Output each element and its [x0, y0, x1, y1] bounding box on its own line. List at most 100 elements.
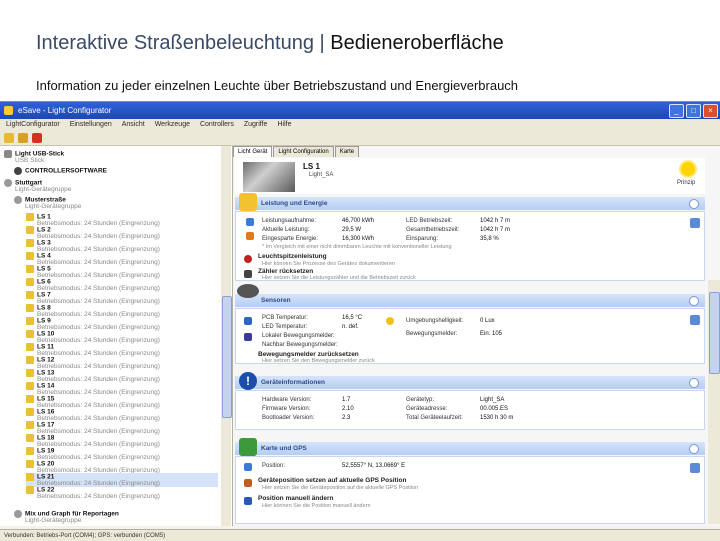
tree-item-luminaire[interactable]: LS 14 Betriebsmodus: 24 Stunden (Eingrenz…	[26, 382, 218, 396]
tree-item-luminaire[interactable]: LS 15 Betriebsmodus: 24 Stunden (Eingrenz…	[26, 395, 218, 409]
device-name: LS 1	[303, 162, 320, 171]
menu-lightconfigurator[interactable]: LightConfigurator	[6, 119, 60, 131]
slide-title-strong: Bedieneroberfläche	[330, 32, 504, 54]
tree-item-luminaire[interactable]: LS 13 Betriebsmodus: 24 Stunden (Eingrenz…	[26, 369, 218, 383]
tree-item-luminaire[interactable]: LS 22 Betriebsmodus: 24 Stunden (Eingrenz…	[26, 486, 218, 500]
expand-icon[interactable]	[4, 179, 12, 187]
field-label: Leistungsaufnahme:	[262, 218, 317, 224]
tree-item-luminaire[interactable]: LS 16 Betriebsmodus: 24 Stunden (Eingrenz…	[26, 408, 218, 422]
menu-settings[interactable]: Einstellungen	[70, 119, 112, 131]
lamp-icon	[26, 382, 34, 390]
event-title[interactable]: Geräteposition setzen auf aktuelle GPS P…	[258, 477, 406, 484]
sensors-panel: PCB Temperatur: 16,5 °C Umgebungshelligk…	[235, 308, 705, 364]
tree-item-luminaire[interactable]: LS 17 Betriebsmodus: 24 Stunden (Eingrenz…	[26, 421, 218, 435]
motion-icon	[244, 333, 252, 341]
menu-access[interactable]: Zugriffe	[244, 119, 268, 131]
delete-icon[interactable]	[32, 133, 42, 143]
field-value: 1042 h 7 m	[480, 227, 511, 233]
tree-item-luminaire[interactable]: LS 10 Betriebsmodus: 24 Stunden (Eingrenz…	[26, 330, 218, 344]
tree-item-luminaire[interactable]: LS 12 Betriebsmodus: 24 Stunden (Eingrenz…	[26, 356, 218, 370]
energy-section-header[interactable]: Leistung und Energie	[235, 197, 705, 210]
menu-tools[interactable]: Werkzeuge	[155, 119, 190, 131]
event-title[interactable]: Leuchtspitzenleistung	[258, 253, 327, 260]
tree-item-luminaire[interactable]: LS 4 Betriebsmodus: 24 Stunden (Eingrenzu…	[26, 252, 218, 266]
event-title[interactable]: Zähler rücksetzen	[258, 268, 313, 275]
minimize-button[interactable]: _	[669, 104, 684, 118]
weather-label: Prinzip	[677, 180, 696, 186]
tab-light-device[interactable]: Licht Gerät	[233, 146, 273, 157]
tree-item-luminaire[interactable]: LS 19 Betriebsmodus: 24 Stunden (Eingrenz…	[26, 447, 218, 461]
collapse-icon[interactable]	[689, 378, 699, 388]
tree-last-group[interactable]: Mix und Graph für Reportagen Light-Gerät…	[14, 510, 119, 524]
tree-item-luminaire[interactable]: LS 9 Betriebsmodus: 24 Stunden (Eingrenzu…	[26, 317, 218, 331]
lamp-icon	[26, 213, 34, 221]
detail-scroll-thumb[interactable]	[709, 292, 720, 374]
refresh-icon[interactable]	[690, 315, 700, 325]
collapse-icon[interactable]	[689, 444, 699, 454]
tree-station[interactable]: Stuttgart Light-Gerätegruppe	[4, 179, 71, 193]
field-value: n. def.	[342, 324, 359, 330]
tree-group[interactable]: Musterstraße Light-Gerätegruppe	[14, 196, 81, 210]
collapse-icon[interactable]	[689, 199, 699, 209]
field-label: Geräteadresse:	[406, 406, 448, 412]
field-label: LED Temperatur:	[262, 324, 308, 330]
detail-tabs: Licht Gerät Light Configuration Karte	[233, 146, 360, 157]
lamp-icon	[26, 330, 34, 338]
tree-scroll-thumb[interactable]	[222, 296, 232, 418]
refresh-icon[interactable]	[690, 463, 700, 473]
tree-item-luminaire[interactable]: LS 5 Betriebsmodus: 24 Stunden (Eingrenzu…	[26, 265, 218, 279]
tree-item-luminaire[interactable]: LS 20 Betriebsmodus: 24 Stunden (Eingrenz…	[26, 460, 218, 474]
collapse-icon[interactable]	[689, 296, 699, 306]
detail-scrollbar[interactable]	[708, 280, 720, 524]
field-value: 35,8 %	[480, 236, 499, 242]
field-label: Position:	[262, 463, 286, 469]
field-label: Aktuelle Leistung:	[262, 227, 310, 233]
event-title[interactable]: Position manuell ändern	[258, 495, 333, 502]
energy-meter-icon	[246, 218, 254, 226]
event-title[interactable]: Bewegungsmelder zurücksetzen	[258, 351, 359, 358]
energy-note: * Im Vergleich mit einer nicht dimmbaren…	[262, 244, 452, 250]
counter-icon	[244, 270, 252, 278]
tree-scrollbar[interactable]	[221, 146, 232, 526]
expand-icon[interactable]	[14, 510, 22, 518]
field-label: Hardware Version:	[262, 397, 312, 403]
app-icon	[4, 106, 13, 115]
tree-item-luminaire[interactable]: LS 6 Betriebsmodus: 24 Stunden (Eingrenzu…	[26, 278, 218, 292]
open-folder-icon[interactable]	[4, 133, 14, 143]
tree-controller[interactable]: CONTROLLERSOFTWARE	[14, 167, 107, 175]
tree-item-luminaire[interactable]: LS 8 Betriebsmodus: 24 Stunden (Eingrenzu…	[26, 304, 218, 318]
event-text: Hier setzen Sie den Bewegungsmelder zurü…	[262, 358, 375, 364]
folder-icon[interactable]	[18, 133, 28, 143]
slide-title-normal: Interaktive Straßenbeleuchtung |	[36, 32, 331, 54]
info-icon: !	[239, 372, 257, 390]
tree-item-luminaire[interactable]: LS 3 Betriebsmodus: 24 Stunden (Eingrenzu…	[26, 239, 218, 253]
tree-item-luminaire[interactable]: LS 11 Betriebsmodus: 24 Stunden (Eingrenz…	[26, 343, 218, 357]
tree-item-luminaire[interactable]: LS 18 Betriebsmodus: 24 Stunden (Eingrenz…	[26, 434, 218, 448]
refresh-icon[interactable]	[690, 218, 700, 228]
app-window: eSave - Light Configurator _ □ × LightCo…	[0, 101, 720, 541]
close-button[interactable]: ×	[703, 104, 718, 118]
energy-panel: Leistungsaufnahme: 46,700 kWh LED Betrie…	[235, 211, 705, 281]
lamp-icon	[26, 291, 34, 299]
field-label: Gesamtbetriebszeit:	[406, 227, 460, 233]
sensors-section-header[interactable]: Sensoren	[235, 294, 705, 307]
expand-icon[interactable]	[14, 196, 22, 204]
tree-item-luminaire[interactable]: LS 7 Betriebsmodus: 24 Stunden (Eingrenzu…	[26, 291, 218, 305]
maximize-button[interactable]: □	[686, 104, 701, 118]
device-section-header[interactable]: Geräteinformationen	[235, 376, 705, 389]
tree-root[interactable]: Light USB-Stick USB Stick	[4, 150, 64, 164]
lamp-icon	[26, 447, 34, 455]
tab-map[interactable]: Karte	[334, 146, 360, 157]
field-value: Light_SA	[480, 397, 505, 403]
menu-help[interactable]: Hilfe	[277, 119, 291, 131]
menu-controllers[interactable]: Controllers	[200, 119, 234, 131]
tree-item-luminaire[interactable]: LS 2 Betriebsmodus: 24 Stunden (Eingrenzu…	[26, 226, 218, 240]
tree-item-luminaire[interactable]: LS 1 Betriebsmodus: 24 Stunden (Eingrenzu…	[26, 213, 218, 227]
menu-view[interactable]: Ansicht	[122, 119, 145, 131]
lightning-icon	[239, 193, 257, 211]
tab-light-configuration[interactable]: Light Configuration	[273, 146, 334, 157]
field-label: LED Betriebszeit:	[406, 218, 453, 224]
tree-item-luminaire[interactable]: LS 21 Betriebsmodus: 24 Stunden (Eingrenz…	[26, 473, 218, 487]
gps-section-header[interactable]: Karte und GPS	[235, 442, 705, 455]
gps-icon	[244, 463, 252, 471]
